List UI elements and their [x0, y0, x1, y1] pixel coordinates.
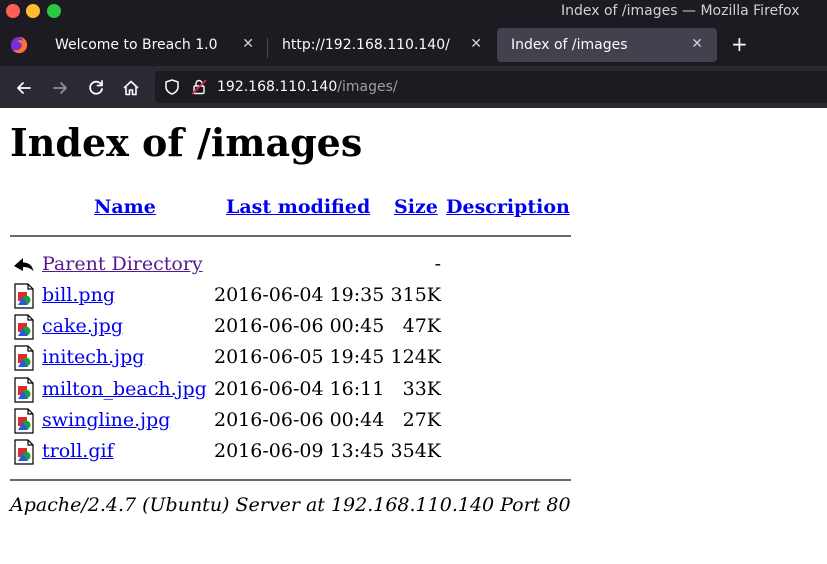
file-size: 315K — [390, 284, 441, 306]
window-maximize-button[interactable] — [47, 4, 61, 18]
file-row: milton_beach.jpg 2016-06-04 16:11 33K — [0, 376, 600, 404]
tab-welcome[interactable]: Welcome to Breach 1.0 ✕ — [41, 28, 268, 62]
parent-directory-row: Parent Directory - — [0, 251, 600, 279]
reload-icon[interactable] — [85, 77, 107, 99]
column-header-last-modified[interactable]: Last modified — [226, 196, 370, 218]
window-minimize-button[interactable] — [26, 4, 40, 18]
tab-label: http://192.168.110.140/ — [282, 37, 450, 53]
file-row: bill.png 2016-06-04 19:35 315K — [0, 282, 600, 310]
parent-directory-link[interactable]: Parent Directory — [42, 253, 203, 275]
tab-index-images[interactable]: Index of /images ✕ — [497, 28, 717, 62]
file-last-modified: 2016-06-05 19:45 — [214, 346, 385, 368]
file-size: 124K — [390, 346, 441, 368]
new-tab-button[interactable]: + — [731, 32, 748, 56]
file-size: 33K — [402, 378, 441, 400]
server-signature: Apache/2.4.7 (Ubuntu) Server at 192.168.… — [10, 494, 571, 516]
back-folder-icon — [14, 258, 35, 273]
file-size: 354K — [390, 440, 441, 462]
forward-icon[interactable] — [49, 77, 71, 99]
file-link[interactable]: swingline.jpg — [42, 409, 170, 431]
tab-close-icon[interactable]: ✕ — [242, 36, 254, 52]
tab-label: Welcome to Breach 1.0 — [55, 37, 218, 53]
navigation-toolbar: 192.168.110.140/images/ — [0, 66, 827, 108]
column-header-description[interactable]: Description — [446, 196, 570, 218]
file-row: troll.gif 2016-06-09 13:45 354K — [0, 438, 600, 466]
file-last-modified: 2016-06-04 16:11 — [214, 378, 385, 400]
page-content: Index of /images Name Last modified Size… — [0, 108, 827, 564]
header-divider — [10, 235, 571, 237]
file-link[interactable]: initech.jpg — [42, 346, 144, 368]
tab-label: Index of /images — [511, 37, 628, 53]
file-last-modified: 2016-06-06 00:45 — [214, 315, 385, 337]
file-link[interactable]: bill.png — [42, 284, 115, 306]
file-link[interactable]: cake.jpg — [42, 315, 123, 337]
back-icon[interactable] — [13, 77, 35, 99]
file-size: - — [434, 253, 441, 275]
tab-close-icon[interactable]: ✕ — [470, 36, 482, 52]
column-header-size[interactable]: Size — [394, 196, 438, 218]
shield-icon[interactable] — [163, 78, 181, 96]
file-last-modified: 2016-06-04 19:35 — [214, 284, 385, 306]
footer-divider — [10, 479, 571, 481]
tab-host[interactable]: http://192.168.110.140/ ✕ — [268, 28, 496, 62]
file-row: initech.jpg 2016-06-05 19:45 124K — [0, 344, 600, 372]
file-last-modified: 2016-06-09 13:45 — [214, 440, 385, 462]
file-row: swingline.jpg 2016-06-06 00:44 27K — [0, 407, 600, 435]
window-titlebar: Index of /images — Mozilla Firefox — [0, 0, 827, 24]
firefox-icon[interactable] — [10, 36, 28, 54]
image-file-icon — [14, 345, 34, 371]
url-bar[interactable]: 192.168.110.140/images/ — [155, 71, 827, 103]
tab-bar: Welcome to Breach 1.0 ✕ http://192.168.1… — [0, 24, 827, 66]
url-host: 192.168.110.140 — [217, 79, 338, 95]
image-file-icon — [14, 377, 34, 403]
file-row: cake.jpg 2016-06-06 00:45 47K — [0, 313, 600, 341]
url-path: /images/ — [337, 79, 398, 95]
window-title: Index of /images — Mozilla Firefox — [561, 3, 800, 19]
home-icon[interactable] — [120, 77, 142, 99]
url-text[interactable]: 192.168.110.140/images/ — [217, 79, 398, 95]
image-file-icon — [14, 439, 34, 465]
window-close-button[interactable] — [6, 4, 20, 18]
file-size: 27K — [402, 409, 441, 431]
image-file-icon — [14, 314, 34, 340]
insecure-lock-icon[interactable] — [190, 78, 208, 96]
file-link[interactable]: milton_beach.jpg — [42, 378, 207, 400]
file-size: 47K — [402, 315, 441, 337]
file-last-modified: 2016-06-06 00:44 — [214, 409, 385, 431]
tab-close-icon[interactable]: ✕ — [691, 36, 703, 52]
image-file-icon — [14, 408, 34, 434]
file-link[interactable]: troll.gif — [42, 440, 114, 462]
image-file-icon — [14, 283, 34, 309]
column-header-name[interactable]: Name — [94, 196, 156, 218]
page-title: Index of /images — [10, 120, 363, 165]
